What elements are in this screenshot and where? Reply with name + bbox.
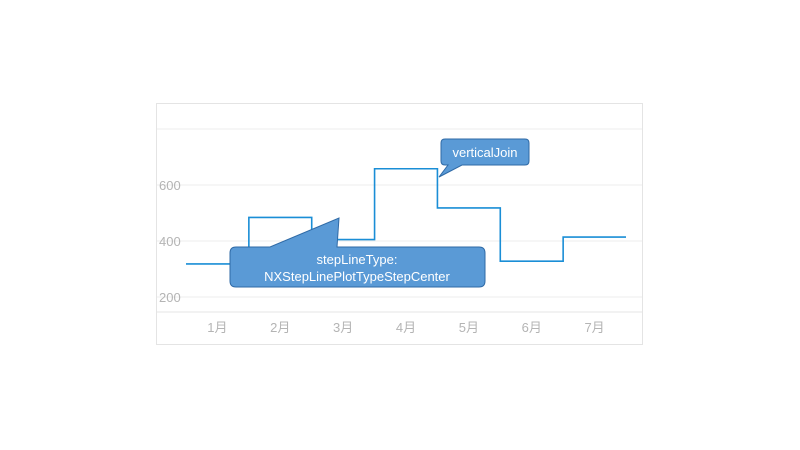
callout-vertical-join-text: verticalJoin <box>452 145 517 160</box>
callout-vertical-join: verticalJoin <box>438 138 530 178</box>
callout-step-type-line1: stepLineType: <box>317 252 398 267</box>
x-tick-label: 1月 <box>207 320 227 335</box>
callout-step-type-line2: NXStepLinePlotTypeStepCenter <box>264 269 450 284</box>
step-line-chart: 200 400 600 1月 2月 3月 4月 5月 6月 7月 verticalJoin st… <box>157 128 642 335</box>
y-tick-label: 400 <box>159 234 181 249</box>
x-tick-label: 3月 <box>333 320 353 335</box>
x-tick-label: 7月 <box>584 320 604 335</box>
x-tick-label: 5月 <box>459 320 479 335</box>
y-tick-label: 600 <box>159 178 181 193</box>
x-tick-label: 4月 <box>396 320 416 335</box>
y-axis-ticks: 200 400 600 <box>159 178 181 305</box>
callout-step-type: stepLineType: NXStepLinePlotTypeStepCent… <box>229 217 486 288</box>
x-tick-label: 6月 <box>522 320 542 335</box>
y-tick-label: 200 <box>159 290 181 305</box>
x-tick-label: 2月 <box>270 320 290 335</box>
x-axis-ticks: 1月 2月 3月 4月 5月 6月 7月 <box>207 320 604 335</box>
